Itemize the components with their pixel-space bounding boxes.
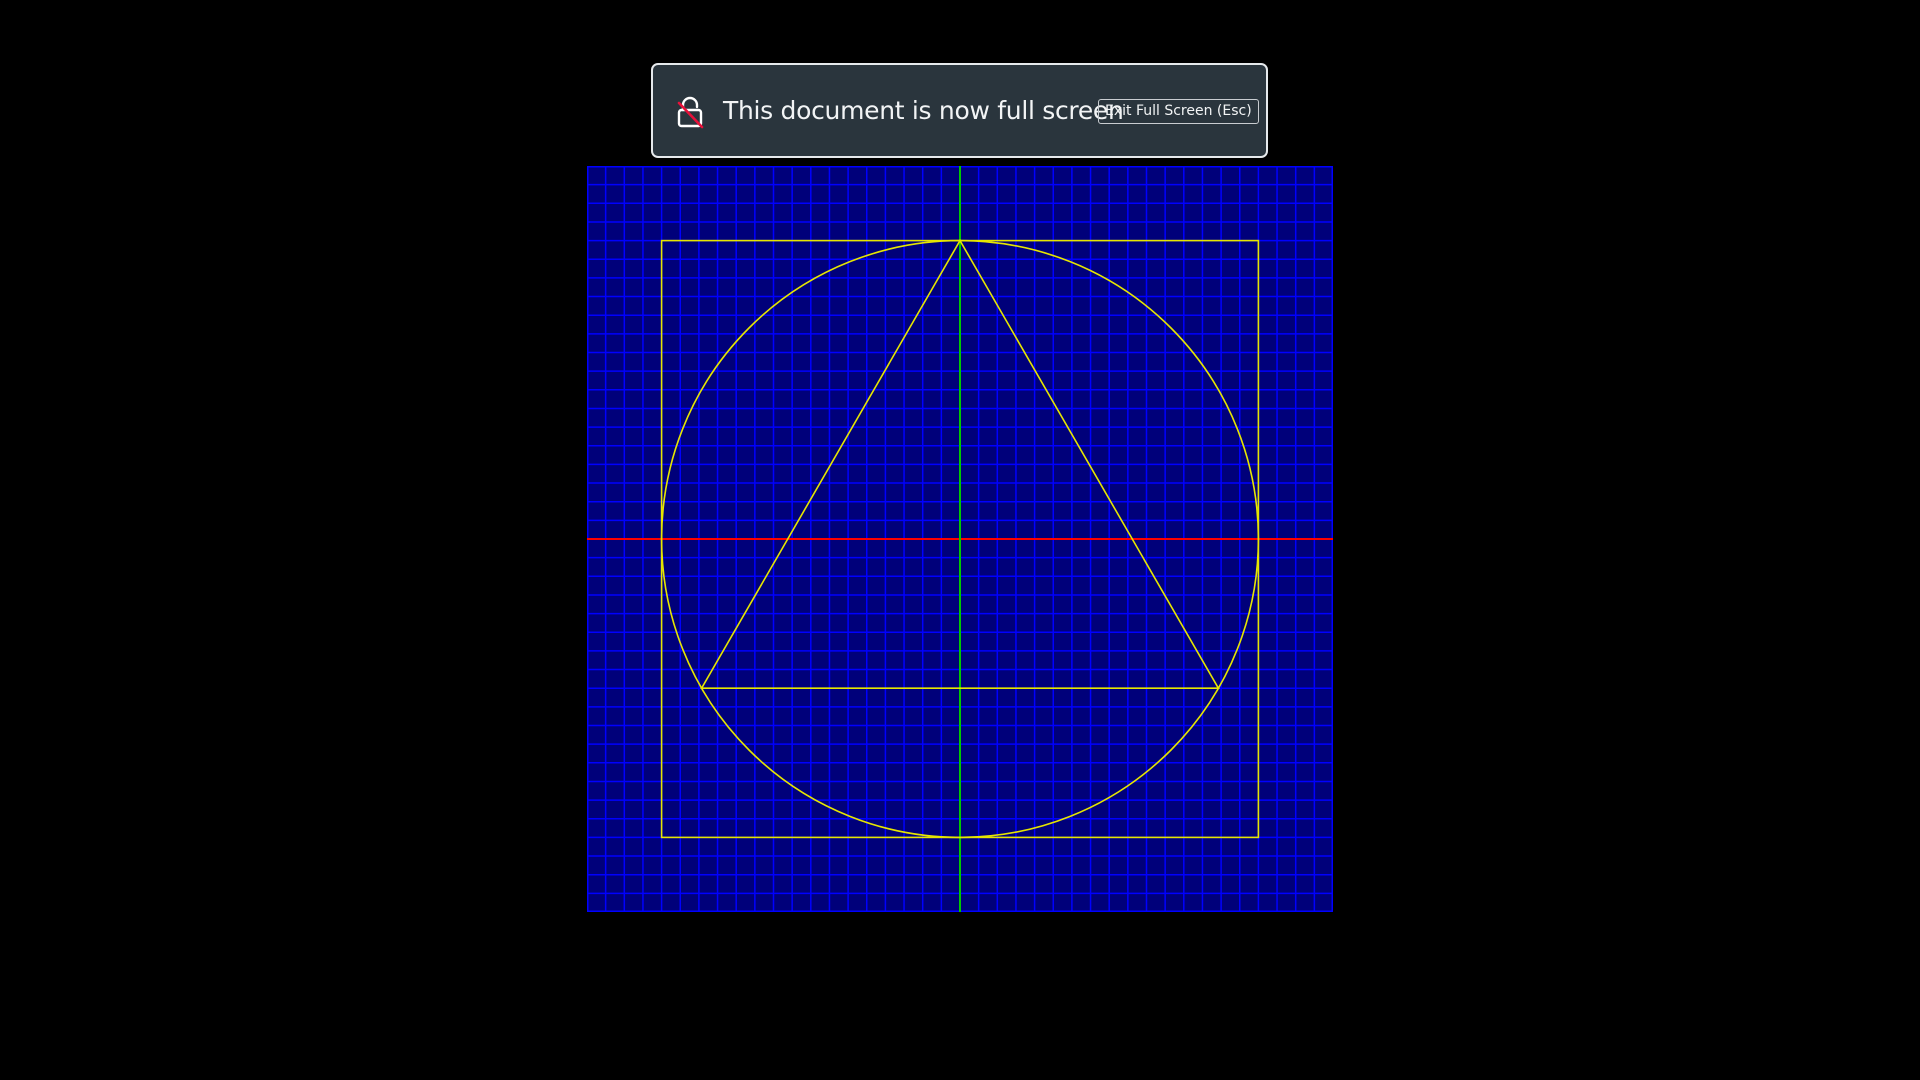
geometry-drawing <box>587 166 1333 912</box>
lock-icon <box>675 95 705 129</box>
fullscreen-message: This document is now full screen <box>723 96 1124 125</box>
drawing-canvas <box>587 166 1333 912</box>
fullscreen-notification: This document is now full screen Exit Fu… <box>651 63 1268 158</box>
exit-fullscreen-button[interactable]: Exit Full Screen (Esc) <box>1098 99 1259 124</box>
fullscreen-document: This document is now full screen Exit Fu… <box>0 0 1920 1080</box>
